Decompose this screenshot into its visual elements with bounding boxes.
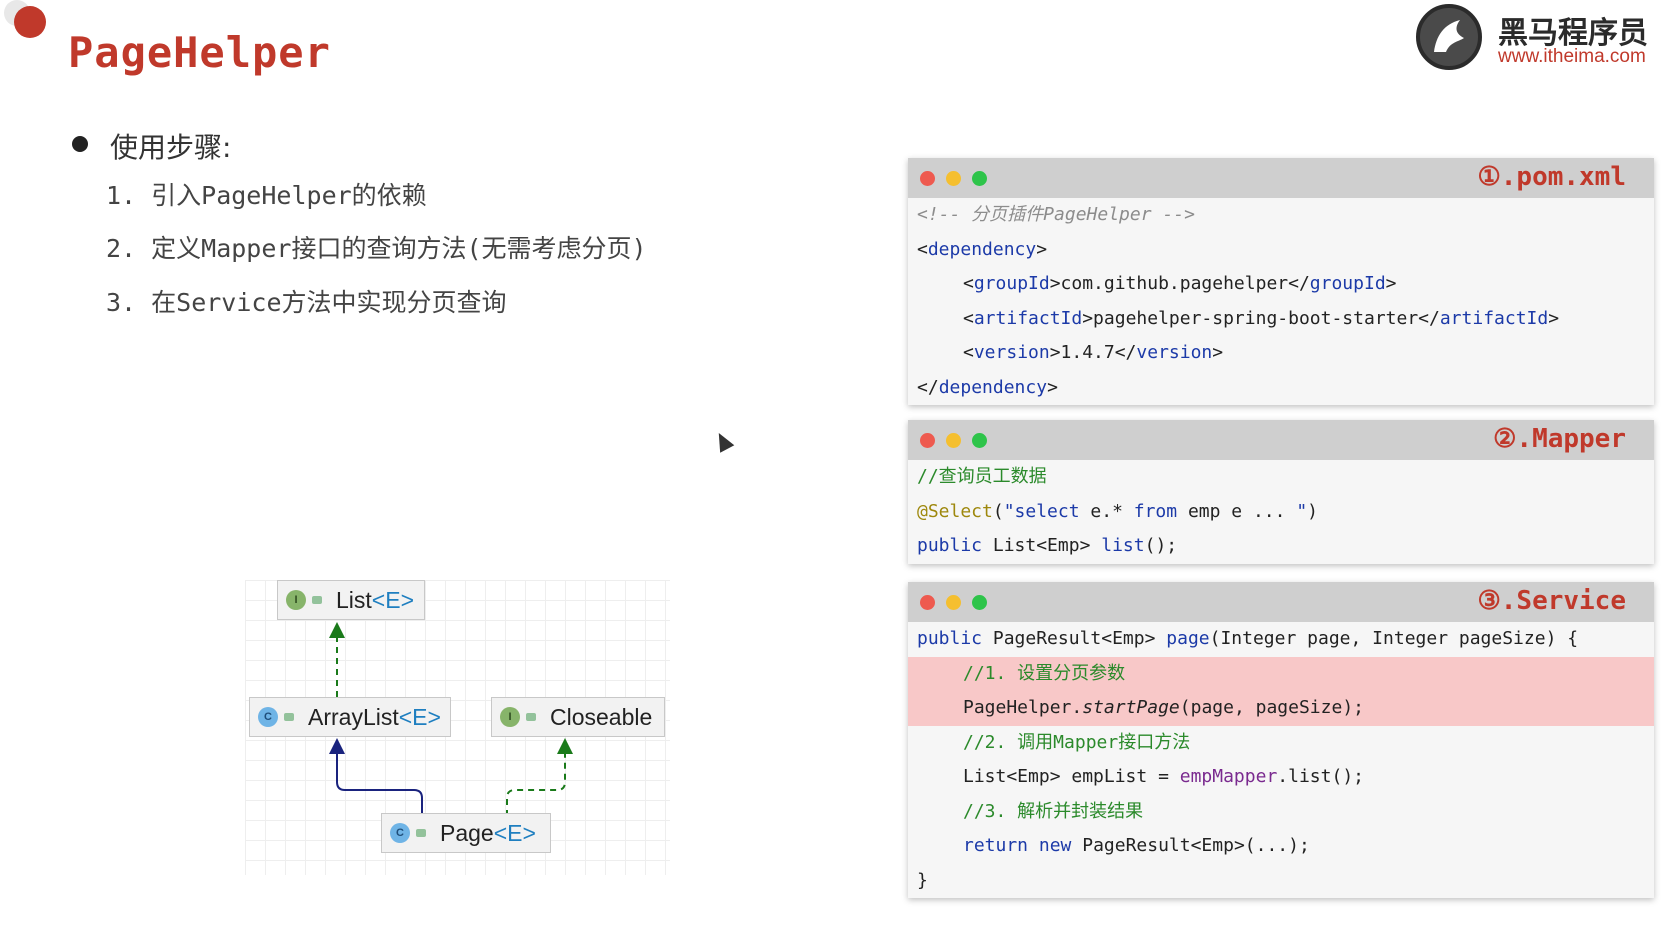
window-title: ①.pom.xml bbox=[1477, 162, 1626, 192]
code-window-mapper: ②.Mapper //查询员工数据 @Select("select e.* fr… bbox=[908, 420, 1654, 564]
brand-logo: 黑马程序员 www.itheima.com bbox=[1412, 0, 1672, 80]
class-icon: C bbox=[390, 823, 410, 843]
code-window-service: ③.Service public PageResult<Emp> page(In… bbox=[908, 582, 1654, 898]
code-line: //2. 调用Mapper接口方法 bbox=[963, 731, 1191, 753]
code-line-highlighted: PageHelper.startPage(page, pageSize); bbox=[908, 691, 1654, 726]
class-hierarchy-diagram: I List <E> C ArrayList <E> I Closeable C P… bbox=[245, 580, 670, 875]
window-titlebar: ③.Service bbox=[908, 582, 1654, 622]
code-window-pom: ①.pom.xml <!-- 分页插件PageHelper --> <depen… bbox=[908, 158, 1654, 405]
code-line: return new PageResult<Emp>(...); bbox=[963, 835, 1310, 856]
code-line: public List<Emp> list(); bbox=[917, 535, 1178, 556]
step-item: 1. 引入PageHelper的依赖 bbox=[106, 181, 427, 210]
node-generic: <E> bbox=[493, 819, 536, 846]
step-item: 3. 在Service方法中实现分页查询 bbox=[106, 288, 507, 317]
code-line: //查询员工数据 bbox=[917, 466, 1047, 487]
minimize-dot-icon[interactable] bbox=[946, 595, 961, 610]
code-line: <groupId>com.github.pagehelper</groupId> bbox=[963, 273, 1397, 294]
close-dot-icon[interactable] bbox=[920, 595, 935, 610]
minimize-dot-icon[interactable] bbox=[946, 171, 961, 186]
arrow-head bbox=[329, 622, 345, 638]
node-label: Closeable bbox=[550, 703, 653, 730]
lock-icon bbox=[416, 829, 426, 837]
node-generic: <E> bbox=[371, 586, 415, 613]
step-item: 2. 定义Mapper接口的查询方法(无需考虑分页) bbox=[106, 234, 647, 263]
lock-icon bbox=[284, 713, 294, 721]
interface-icon: I bbox=[500, 707, 520, 727]
maximize-dot-icon[interactable] bbox=[972, 595, 987, 610]
code-line: } bbox=[917, 869, 928, 891]
code-line: <dependency> bbox=[917, 238, 1048, 260]
lock-icon bbox=[312, 596, 322, 604]
code-block: public PageResult<Emp> page(Integer page… bbox=[908, 622, 1654, 898]
arrow-head bbox=[329, 738, 345, 754]
node-label: Page bbox=[440, 819, 494, 846]
node-arraylist: C ArrayList <E> bbox=[249, 697, 451, 737]
arrow-head bbox=[557, 738, 573, 754]
code-line: //3. 解析并封装结果 bbox=[963, 800, 1144, 822]
close-dot-icon[interactable] bbox=[920, 171, 935, 186]
code-line: public PageResult<Emp> page(Integer page… bbox=[917, 628, 1579, 649]
close-dot-icon[interactable] bbox=[920, 433, 935, 448]
node-page: C Page <E> bbox=[381, 813, 551, 853]
interface-icon: I bbox=[286, 590, 306, 610]
code-line: </dependency> bbox=[917, 376, 1058, 398]
code-line: @Select("select e.* from emp e ... ") bbox=[917, 500, 1319, 522]
window-titlebar: ②.Mapper bbox=[908, 420, 1654, 460]
window-titlebar: ①.pom.xml bbox=[908, 158, 1654, 198]
window-title: ③.Service bbox=[1477, 586, 1626, 616]
code-block: //查询员工数据 @Select("select e.* from emp e … bbox=[908, 460, 1654, 564]
node-label: List bbox=[336, 586, 372, 613]
code-block: <!-- 分页插件PageHelper --> <dependency> <gr… bbox=[908, 198, 1654, 405]
code-line: <!-- 分页插件PageHelper --> bbox=[917, 204, 1195, 225]
horse-logo-icon bbox=[1416, 4, 1482, 70]
maximize-dot-icon[interactable] bbox=[972, 171, 987, 186]
code-line-highlighted: //1. 设置分页参数 bbox=[908, 656, 1654, 691]
node-generic: <E> bbox=[398, 703, 441, 730]
node-closeable: I Closeable bbox=[491, 697, 665, 737]
node-list: I List <E> bbox=[277, 580, 425, 620]
maximize-dot-icon[interactable] bbox=[972, 433, 987, 448]
bullet-icon bbox=[72, 136, 88, 152]
window-title: ②.Mapper bbox=[1493, 424, 1626, 454]
class-icon: C bbox=[258, 707, 278, 727]
minimize-dot-icon[interactable] bbox=[946, 433, 961, 448]
steps-heading: 使用步骤: bbox=[110, 131, 232, 164]
brand-url: www.itheima.com bbox=[1498, 46, 1646, 67]
code-line: <artifactId>pagehelper-spring-boot-start… bbox=[963, 307, 1560, 329]
decor-circle-red bbox=[14, 6, 46, 38]
code-line: <version>1.4.7</version> bbox=[963, 342, 1224, 363]
slide-title: PageHelper bbox=[68, 28, 331, 77]
code-line: List<Emp> empList = empMapper.list(); bbox=[963, 766, 1364, 787]
lock-icon bbox=[526, 713, 536, 721]
mouse-cursor-icon bbox=[711, 429, 735, 453]
node-label: ArrayList bbox=[308, 703, 399, 730]
